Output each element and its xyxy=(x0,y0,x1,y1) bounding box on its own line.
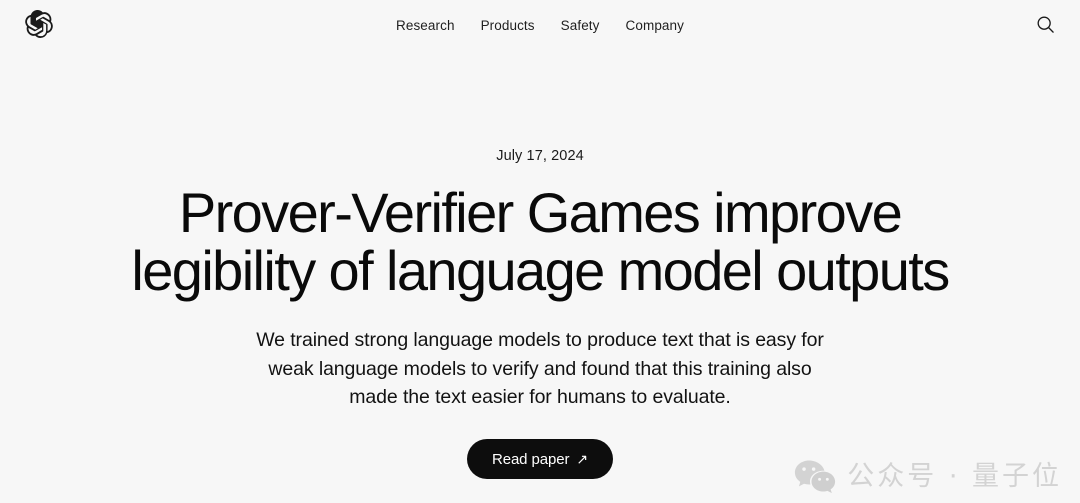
external-link-arrow-icon: ↗ xyxy=(576,451,589,468)
nav-item-products[interactable]: Products xyxy=(468,12,548,39)
page-title: Prover-Verifier Games improve legibility… xyxy=(131,181,950,302)
cta-row: Read paper ↗ xyxy=(466,439,614,480)
search-icon-glyph xyxy=(1037,16,1054,33)
nav-item-company[interactable]: Company xyxy=(613,12,697,39)
search-icon[interactable] xyxy=(1032,11,1058,37)
hero-section: July 17, 2024 Prover-Verifier Games impr… xyxy=(0,50,1080,503)
nav-item-safety[interactable]: Safety xyxy=(548,12,613,39)
primary-nav: Research Products Safety Company xyxy=(0,0,1080,50)
nav-item-research[interactable]: Research xyxy=(383,12,468,39)
site-header: Research Products Safety Company xyxy=(0,0,1080,50)
page-subtitle: We trained strong language models to pro… xyxy=(256,329,824,408)
read-paper-label: Read paper xyxy=(491,450,570,468)
publish-date: July 17, 2024 xyxy=(496,148,584,164)
page-root: Research Products Safety Company July 17… xyxy=(0,0,1080,503)
read-paper-button[interactable]: Read paper ↗ xyxy=(466,439,614,480)
